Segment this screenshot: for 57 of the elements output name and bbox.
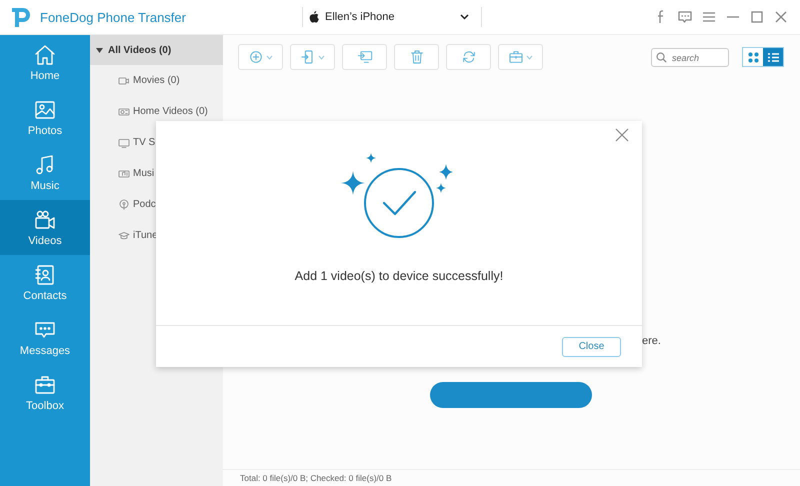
status-bar: Total: 0 file(s)/0 B; Checked: 0 file(s)/0 B bbox=[223, 469, 800, 486]
toolbar-button[interactable] bbox=[290, 44, 335, 70]
empty-hint: ere. bbox=[642, 335, 661, 347]
add-icon bbox=[248, 49, 264, 65]
category-header[interactable]: All Videos (0) bbox=[90, 35, 223, 65]
monitor-export-icon bbox=[356, 49, 372, 65]
close-icon[interactable] bbox=[774, 10, 788, 24]
tv-icon bbox=[118, 136, 130, 148]
nav-item[interactable]: Toolbox bbox=[0, 365, 90, 420]
nav-item[interactable]: Music bbox=[0, 145, 90, 200]
caret-icon bbox=[318, 54, 325, 60]
podcast-icon bbox=[118, 198, 130, 210]
category-item[interactable]: Movies (0) bbox=[90, 65, 223, 96]
close-button[interactable]: Close bbox=[562, 336, 621, 356]
caret-icon bbox=[460, 14, 469, 20]
toolbar-button[interactable] bbox=[498, 44, 543, 70]
device-selector[interactable]: Ellen’s iPhone bbox=[302, 7, 482, 27]
toolbar-button[interactable] bbox=[394, 44, 439, 70]
success-message: Add 1 video(s) to device successfully! bbox=[294, 269, 504, 283]
app-title: FoneDog Phone Transfer bbox=[40, 10, 187, 24]
close-button[interactable] bbox=[615, 128, 629, 142]
close-icon bbox=[615, 128, 629, 142]
maximize-icon[interactable] bbox=[750, 10, 764, 24]
list-icon bbox=[768, 52, 778, 62]
graduation-cap-icon bbox=[118, 230, 130, 242]
house-icon bbox=[33, 43, 57, 67]
nav-item[interactable]: Photos bbox=[0, 90, 90, 145]
category-title: All Videos (0) bbox=[108, 44, 172, 56]
film-icon bbox=[118, 74, 130, 86]
toolbar-button[interactable] bbox=[238, 44, 283, 70]
category-item[interactable]: Podc bbox=[90, 189, 223, 220]
toolbar-button[interactable] bbox=[342, 44, 387, 70]
category-item[interactable]: Musi bbox=[90, 158, 223, 189]
nav-item[interactable]: Videos bbox=[0, 200, 90, 255]
nav-item[interactable]: Contacts bbox=[0, 255, 90, 310]
device-name: Ellen’s iPhone bbox=[325, 11, 396, 23]
camcorder-icon bbox=[118, 106, 130, 118]
partial-button[interactable] bbox=[430, 382, 592, 408]
toolbox-icon bbox=[508, 49, 524, 65]
category-item[interactable]: TV S bbox=[90, 127, 223, 158]
trash-icon bbox=[408, 49, 424, 65]
search-icon bbox=[656, 52, 667, 62]
grid-icon bbox=[748, 52, 758, 62]
toolbar-button[interactable] bbox=[446, 44, 491, 70]
list-view-button[interactable] bbox=[763, 48, 783, 66]
music-video-icon bbox=[118, 168, 130, 180]
nav-item[interactable]: Home bbox=[0, 35, 90, 90]
category-item[interactable]: Home Videos (0) bbox=[90, 96, 223, 127]
nav-item[interactable]: Messages bbox=[0, 310, 90, 365]
logo-icon bbox=[10, 5, 32, 29]
caret-icon bbox=[266, 54, 273, 60]
caret-icon bbox=[526, 54, 533, 60]
apple-icon bbox=[309, 11, 320, 23]
refresh-icon bbox=[460, 49, 476, 65]
search-field[interactable]: search bbox=[651, 48, 729, 67]
chat-icon[interactable] bbox=[678, 10, 692, 24]
menu-icon[interactable] bbox=[702, 10, 716, 24]
